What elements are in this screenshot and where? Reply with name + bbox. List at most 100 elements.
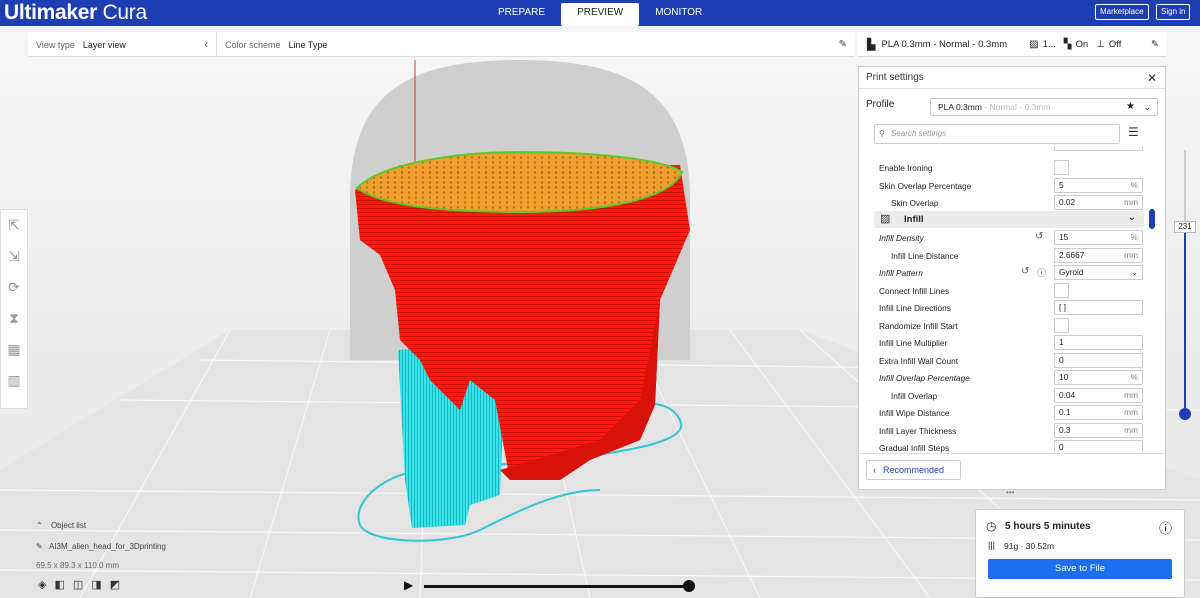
info-icon[interactable]: ⓘ	[1159, 518, 1172, 537]
infill-overlap-percentage-field[interactable]: 10%	[1054, 370, 1143, 385]
setting-row-infill-line-distance: Infill Line Distance 2.6667 mm	[859, 248, 1159, 265]
play-icon[interactable]: ▶	[404, 578, 413, 592]
print-settings-panel: Print settings ✕ Profile PLA 0.3mm - Nor…	[858, 66, 1166, 490]
header-bar: Ultimaker Cura PREPARE PREVIEW MONITOR M…	[0, 0, 1200, 26]
skin-overlap-field[interactable]: 0.02 mm	[1054, 195, 1143, 210]
category-infill[interactable]: ▨ Infill ⌄	[874, 211, 1144, 228]
support-blocker-icon[interactable]: ▥	[4, 365, 24, 396]
setting-row-infill-layer-thickness: Infill Layer Thickness 0.3 mm	[859, 423, 1159, 440]
gradual-infill-steps-field[interactable]: 0	[1054, 440, 1143, 453]
clipped-field	[1054, 147, 1143, 151]
settings-scrollbar[interactable]	[1149, 209, 1155, 229]
3d-view-icon[interactable]: ◈	[38, 578, 46, 591]
playbar-track[interactable]	[424, 585, 690, 588]
left-view-icon[interactable]: ◨	[91, 578, 101, 591]
reset-icon[interactable]: ↺	[1035, 231, 1043, 242]
toolbox: ⇱ ⇲ ⟳ ⧗ ▦ ▥	[0, 209, 28, 409]
infill-wipe-distance-field[interactable]: 0.1 mm	[1054, 405, 1143, 420]
view-type-value: Layer view	[82, 39, 126, 50]
setting-row-enable-ironing: Enable Ironing	[859, 160, 1159, 177]
object-item[interactable]: ✎ AI3M_alien_head_for_3Dprinting	[36, 542, 166, 551]
setting-row-connect-infill-lines: Connect Infill Lines	[859, 283, 1159, 300]
support-icon: ▚	[1063, 38, 1072, 50]
settings-list: Enable Ironing Skin Overlap Percentage 5…	[859, 147, 1159, 453]
nozzle-icon: ▙	[867, 38, 876, 51]
enable-ironing-checkbox[interactable]	[1054, 160, 1069, 175]
infill-layer-thickness-field[interactable]: 0.3 mm	[1054, 423, 1143, 438]
reset-icon[interactable]: ↺	[1021, 266, 1029, 277]
panel-header: Print settings ✕	[859, 67, 1165, 89]
playbar-handle[interactable]	[683, 580, 695, 592]
recommended-button[interactable]: ‹ Recommended	[866, 460, 961, 480]
setting-row-skin-overlap: Skin Overlap 0.02 mm	[859, 195, 1159, 212]
extra-infill-wall-count-field[interactable]: 0	[1054, 353, 1143, 368]
star-icon[interactable]: ★	[1126, 99, 1135, 115]
info-icon[interactable]: ⓘ	[1037, 266, 1046, 279]
tab-preview[interactable]: PREVIEW	[561, 3, 640, 26]
infill-line-multiplier-field[interactable]: 1	[1054, 335, 1143, 350]
view-orientation-buttons: ◈ ◧ ◫ ◨ ◩	[38, 578, 120, 591]
top-view-icon[interactable]: ◫	[73, 578, 83, 591]
profile-dropdown-value: PLA 0.3mm	[938, 102, 982, 112]
setting-row-infill-overlap-percentage: Infill Overlap Percentage 10%	[859, 370, 1159, 387]
print-setup-selector[interactable]: ▙ PLA 0.3mm - Normal - 0.3mm ▨ 1... ▚ On…	[858, 32, 1166, 57]
marketplace-button[interactable]: Marketplace	[1095, 4, 1149, 20]
close-icon[interactable]: ✕	[1147, 67, 1157, 89]
setting-row-infill-pattern: Infill Pattern ↺ ⓘ Gyroid ⌄	[859, 265, 1159, 282]
search-placeholder: Search settings	[891, 129, 947, 138]
scale-tool-icon[interactable]: ⇲	[4, 241, 24, 272]
setting-row-infill-line-multiplier: Infill Line Multiplier 1	[859, 335, 1159, 352]
infill-category-icon: ▨	[880, 213, 891, 225]
move-tool-icon[interactable]: ⇱	[4, 210, 24, 241]
print-estimate-panel: ◷ 5 hours 5 minutes ⓘ ||| 91g · 30.52m S…	[975, 509, 1185, 598]
infill-line-distance-field[interactable]: 2.6667 mm	[1054, 248, 1143, 263]
menu-icon[interactable]: ☰	[1128, 125, 1139, 139]
right-view-icon[interactable]: ◩	[110, 578, 120, 591]
panel-resize-handle[interactable]: •••	[1006, 488, 1014, 497]
infill-line-directions-field[interactable]: [ ]	[1054, 300, 1143, 315]
rotate-tool-icon[interactable]: ⟳	[4, 272, 24, 303]
save-to-file-button[interactable]: Save to File	[988, 559, 1172, 579]
skin-overlap-percentage-field[interactable]: 5%	[1054, 178, 1143, 193]
chevron-left-icon: ‹	[204, 38, 208, 51]
view-type-selector[interactable]: View type Layer view ‹	[28, 32, 216, 57]
chevron-down-icon: ⌄	[1143, 102, 1151, 112]
setting-row-randomize-infill-start: Randomize Infill Start	[859, 318, 1159, 335]
tab-monitor[interactable]: MONITOR	[639, 3, 718, 26]
app-logo: Ultimaker Cura	[4, 1, 147, 24]
clock-icon: ◷	[986, 519, 997, 533]
search-settings-input[interactable]: ⚲ Search settings	[874, 124, 1120, 144]
layer-slider[interactable]	[1178, 150, 1192, 430]
setting-row-skin-overlap-percentage: Skin Overlap Percentage 5%	[859, 178, 1159, 195]
infill-overlap-field[interactable]: 0.04 mm	[1054, 388, 1143, 403]
profile-dropdown-suffix: - Normal - 0.3mm	[981, 102, 1051, 112]
panel-title: Print settings	[866, 72, 924, 83]
signin-button[interactable]: Sign in	[1156, 4, 1191, 20]
chevron-left-icon: ‹	[873, 465, 876, 475]
adhesion-icon: ⊥	[1096, 38, 1105, 50]
tab-prepare[interactable]: PREPARE	[482, 3, 561, 26]
infill-density-field[interactable]: 15%	[1054, 230, 1143, 245]
simulation-playbar: ▶	[404, 578, 696, 594]
setting-row-infill-density: Infill Density ↺ 15%	[859, 230, 1159, 247]
connect-infill-lines-checkbox[interactable]	[1054, 283, 1069, 298]
randomize-infill-start-checkbox[interactable]	[1054, 318, 1069, 333]
infill-pattern-dropdown[interactable]: Gyroid ⌄	[1054, 265, 1143, 280]
front-view-icon[interactable]: ◧	[54, 578, 64, 591]
per-model-settings-icon[interactable]: ▦	[4, 334, 24, 365]
color-scheme-label: Color scheme	[225, 39, 281, 50]
layer-slider-handle[interactable]	[1179, 408, 1191, 420]
setting-row-extra-infill-wall-count: Extra Infill Wall Count 0	[859, 353, 1159, 370]
material-usage: 91g · 30.52m	[1004, 541, 1055, 551]
current-layer-badge[interactable]: 231	[1174, 221, 1196, 233]
color-scheme-value: Line Type	[288, 39, 328, 50]
setting-row-infill-overlap: Infill Overlap 0.04 mm	[859, 388, 1159, 405]
object-dimensions: 69.5 x 89.3 x 110.0 mm	[36, 561, 120, 570]
profile-dropdown[interactable]: PLA 0.3mm - Normal - 0.3mm ★ ⌄	[930, 98, 1158, 116]
adhesion-summary: Off	[1108, 38, 1122, 50]
mirror-tool-icon[interactable]: ⧗	[4, 303, 24, 334]
object-list-toggle[interactable]: ⌃ Object list	[36, 521, 86, 530]
color-scheme-selector[interactable]: Color scheme Line Type ✎	[217, 32, 853, 57]
search-icon: ⚲	[879, 129, 885, 138]
profile-summary: PLA 0.3mm - Normal - 0.3mm	[881, 38, 1008, 50]
